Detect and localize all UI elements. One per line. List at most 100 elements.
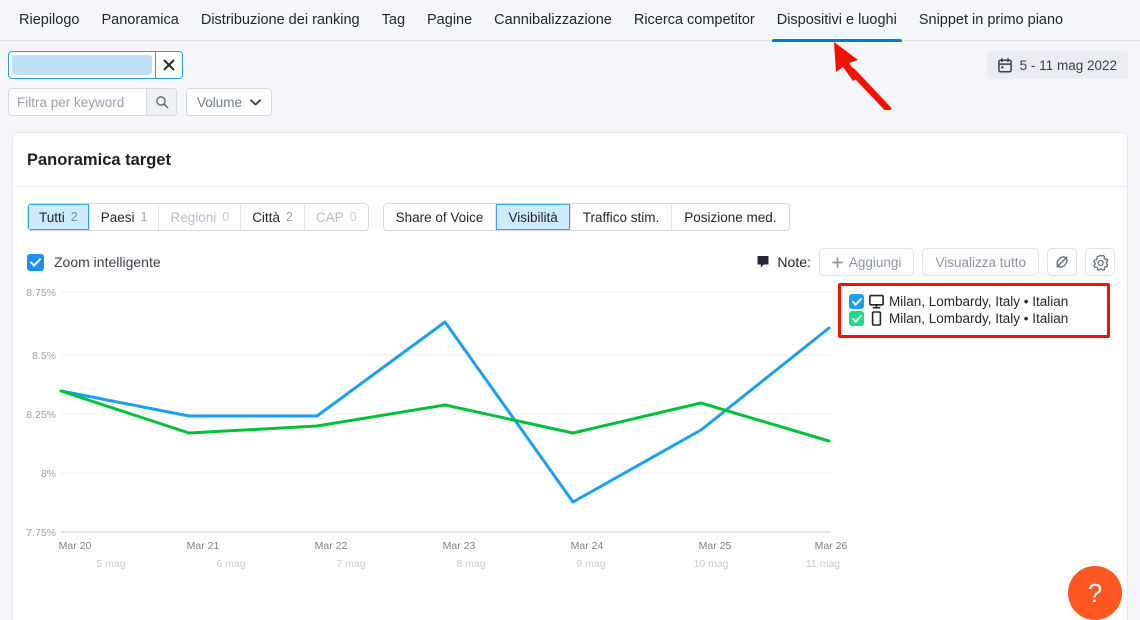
scope-tab-regioni-label: Regioni (170, 210, 216, 225)
volume-select-label: Volume (197, 95, 242, 110)
page-title: Panoramica target (13, 133, 1127, 187)
series-line-desktop (61, 322, 829, 502)
date-range-picker[interactable]: 5 - 11 mag 2022 (987, 51, 1128, 79)
scope-tab-citta[interactable]: Città 2 (241, 204, 305, 230)
x-tick2-6: 11 mag (806, 558, 840, 570)
scope-tab-paesi-label: Paesi (101, 210, 135, 225)
date-range-label: 5 - 11 mag 2022 (1020, 58, 1117, 73)
y-tick-2: 8.25% (26, 409, 56, 421)
x-tick2-2: 7 mag (336, 558, 365, 570)
legend-label-desktop: Milan, Lombardy, Italy • Italian (889, 294, 1068, 309)
hide-notes-button[interactable] (1047, 248, 1077, 276)
y-tick-1: 8.5% (32, 350, 56, 362)
volume-select[interactable]: Volume (186, 88, 272, 116)
legend-label-mobile: Milan, Lombardy, Italy • Italian (889, 311, 1068, 326)
x-tick-4: Mar 24 (571, 540, 604, 552)
scope-filter-group: Tutti 2 Paesi 1 Regioni 0 Città 2 CAP 0 (27, 203, 369, 231)
tab-tag[interactable]: Tag (371, 0, 416, 41)
y-tick-3: 8% (41, 468, 56, 480)
x-tick-3: Mar 23 (443, 540, 476, 552)
x-tick2-0: 5 mag (96, 558, 125, 570)
tab-cannibalizzazione[interactable]: Cannibalizzazione (483, 0, 623, 41)
scope-tab-citta-label: Città (252, 210, 280, 225)
filter-toolbar: Volume 5 - 11 mag 2022 (0, 41, 1140, 116)
smart-zoom-label: Zoom intelligente (54, 254, 161, 270)
x-tick-2: Mar 22 (315, 540, 348, 552)
check-icon (852, 298, 862, 306)
scope-tab-citta-count: 2 (286, 210, 293, 224)
scope-tab-tutti-label: Tutti (39, 210, 65, 225)
chart-controls: Tutti 2 Paesi 1 Regioni 0 Città 2 CAP 0 … (13, 187, 1127, 231)
scope-tab-cap[interactable]: CAP 0 (305, 204, 368, 230)
legend-checkbox-desktop[interactable] (849, 294, 864, 309)
clear-target-button[interactable] (155, 52, 182, 78)
tab-snippet-primo-piano[interactable]: Snippet in primo piano (908, 0, 1074, 41)
chart-options-row: Zoom intelligente Note: Aggiungi Visuali… (13, 231, 1127, 276)
metric-tab-visibilita[interactable]: Visibilità (496, 204, 570, 230)
tab-panoramica[interactable]: Panoramica (90, 0, 189, 41)
smart-zoom-toggle[interactable]: Zoom intelligente (27, 254, 161, 271)
target-overview-card: Panoramica target Tutti 2 Paesi 1 Region… (12, 132, 1128, 620)
search-icon (155, 95, 169, 109)
eye-off-icon (1054, 254, 1070, 270)
scope-tab-paesi-count: 1 (141, 210, 148, 224)
notes-toolbar: Note: Aggiungi Visualizza tutto (756, 248, 1115, 276)
metric-tab-share-of-voice[interactable]: Share of Voice (384, 204, 497, 230)
check-icon (30, 258, 41, 267)
tab-pagine[interactable]: Pagine (416, 0, 483, 41)
y-tick-0: 8.75% (26, 287, 56, 299)
keyword-filter (8, 88, 177, 116)
mobile-phone-icon (869, 311, 884, 326)
help-button[interactable]: ? (1068, 566, 1122, 620)
tab-ricerca-competitor[interactable]: Ricerca competitor (623, 0, 766, 41)
x-tick2-5: 10 mag (693, 558, 728, 570)
tab-riepilogo[interactable]: Riepilogo (8, 0, 90, 41)
x-tick-1: Mar 21 (187, 540, 220, 552)
chevron-down-icon (250, 99, 261, 106)
question-mark-icon: ? (1088, 578, 1102, 609)
chart-gridlines (61, 292, 831, 532)
metric-tab-traffico-stim[interactable]: Traffico stim. (571, 204, 673, 230)
series-line-mobile (61, 391, 829, 441)
x-tick-0: Mar 20 (59, 540, 92, 552)
legend-item-desktop[interactable]: Milan, Lombardy, Italy • Italian (849, 293, 1099, 310)
search-input[interactable] (9, 89, 146, 115)
chart-x-axis-secondary-labels: 5 mag 6 mag 7 mag 8 mag 9 mag 10 mag 11 … (96, 558, 840, 570)
tab-dispositivi-e-luoghi[interactable]: Dispositivi e luoghi (766, 0, 908, 41)
tab-distribuzione-ranking[interactable]: Distribuzione dei ranking (190, 0, 371, 41)
scope-tab-regioni[interactable]: Regioni 0 (159, 204, 241, 230)
smart-zoom-checkbox[interactable] (27, 254, 44, 271)
legend-item-mobile[interactable]: Milan, Lombardy, Italy • Italian (849, 310, 1099, 327)
gear-icon (1092, 254, 1109, 271)
metric-tab-posizione-med[interactable]: Posizione med. (672, 204, 788, 230)
notes-label: Note: (777, 254, 810, 270)
main-tab-bar: Riepilogo Panoramica Distribuzione dei r… (0, 0, 1140, 41)
selected-target-value (12, 55, 152, 75)
chart-settings-button[interactable] (1085, 248, 1115, 276)
plus-icon (832, 257, 843, 268)
view-all-notes-button[interactable]: Visualizza tutto (922, 248, 1039, 276)
selected-target-field[interactable] (8, 51, 183, 79)
notes-label-group: Note: (756, 254, 810, 270)
scope-tab-tutti[interactable]: Tutti 2 (28, 204, 90, 230)
check-icon (852, 315, 862, 323)
scope-tab-regioni-count: 0 (222, 210, 229, 224)
search-button[interactable] (146, 89, 176, 115)
x-tick2-4: 9 mag (576, 558, 605, 570)
legend-checkbox-mobile[interactable] (849, 311, 864, 326)
x-tick-5: Mar 25 (699, 540, 732, 552)
metric-filter-group: Share of Voice Visibilità Traffico stim.… (383, 203, 790, 231)
x-tick2-1: 6 mag (216, 558, 245, 570)
note-flag-icon (756, 255, 770, 270)
add-note-label: Aggiungi (849, 255, 902, 270)
add-note-button[interactable]: Aggiungi (819, 248, 915, 276)
x-tick2-3: 8 mag (456, 558, 485, 570)
scope-tab-cap-count: 0 (350, 210, 357, 224)
close-icon (163, 59, 175, 71)
scope-tab-cap-label: CAP (316, 210, 344, 225)
y-tick-4: 7.75% (26, 527, 56, 539)
desktop-monitor-icon (869, 294, 884, 309)
x-tick-6: Mar 26 (815, 540, 848, 552)
scope-tab-paesi[interactable]: Paesi 1 (90, 204, 160, 230)
calendar-icon (998, 58, 1012, 73)
